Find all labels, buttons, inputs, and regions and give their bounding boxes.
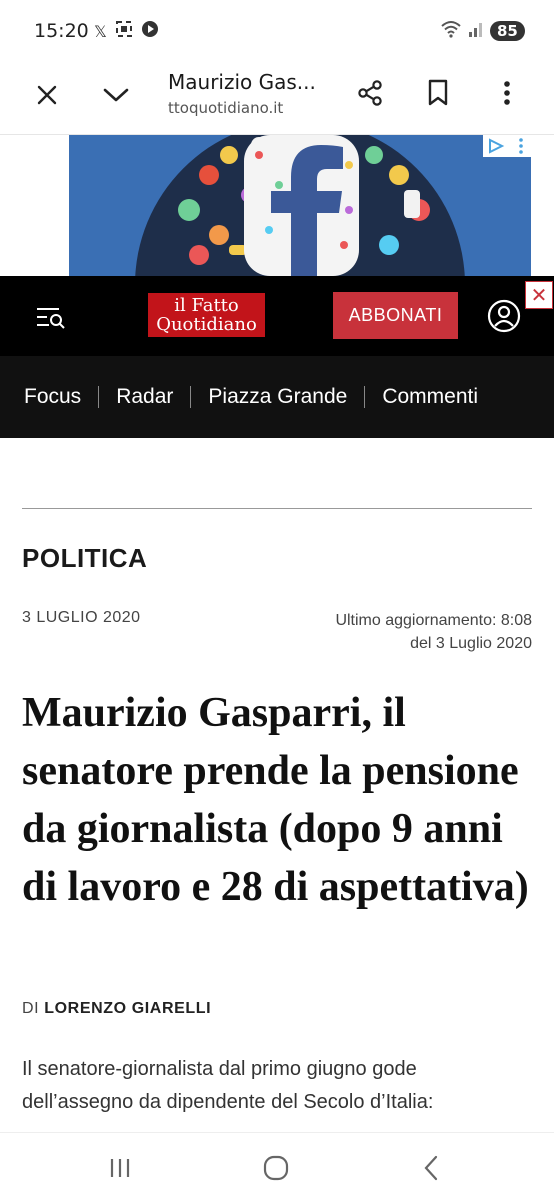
page-title: Maurizio Gas... bbox=[168, 70, 316, 94]
search-menu-icon[interactable] bbox=[34, 302, 68, 334]
chevron-down-icon[interactable] bbox=[98, 78, 134, 112]
nav-divider bbox=[98, 386, 100, 408]
screenshot-icon bbox=[115, 20, 133, 42]
home-icon[interactable] bbox=[256, 1148, 296, 1188]
byline-prefix: DI bbox=[22, 1000, 40, 1017]
wifi-icon bbox=[440, 20, 462, 42]
site-logo[interactable]: il Fatto Quotidiano bbox=[148, 293, 265, 337]
subscribe-button[interactable]: ABBONATI bbox=[333, 292, 458, 339]
logo-line1: il Fatto bbox=[174, 295, 239, 316]
nav-item-commenti[interactable]: Commenti bbox=[382, 385, 478, 409]
nav-divider bbox=[190, 386, 192, 408]
logo-line2: Quotidiano bbox=[156, 314, 257, 335]
record-icon bbox=[141, 20, 159, 42]
updated-line2: del 3 Luglio 2020 bbox=[410, 635, 532, 652]
battery-indicator: 85 bbox=[490, 21, 525, 41]
status-system-icons: 85 bbox=[440, 20, 525, 42]
article-byline: DI LORENZO GIARELLI bbox=[22, 1000, 211, 1018]
section-divider bbox=[22, 508, 532, 509]
nav-item-focus[interactable]: Focus bbox=[24, 385, 81, 409]
article-body: Il senatore-giornalista dal primo giugno… bbox=[22, 1053, 542, 1133]
back-icon[interactable] bbox=[411, 1148, 451, 1188]
article-date: 3 LUGLIO 2020 bbox=[22, 609, 141, 626]
status-notification-icons: 𝕏 bbox=[94, 20, 159, 42]
close-icon[interactable] bbox=[30, 78, 64, 112]
page-url: ttoquotidiano.it bbox=[168, 99, 284, 117]
x-icon: 𝕏 bbox=[94, 21, 107, 41]
more-options-icon[interactable] bbox=[492, 75, 522, 111]
body-line: Il senatore-giornalista dal primo giugno… bbox=[22, 1058, 417, 1080]
updated-line1: Ultimo aggiornamento: 8:08 bbox=[335, 612, 532, 629]
ad-illustration bbox=[69, 135, 531, 276]
article-author[interactable]: LORENZO GIARELLI bbox=[44, 1000, 211, 1017]
user-account-icon[interactable] bbox=[486, 298, 522, 334]
body-line: dell’assegno da dipendente del Secolo d’… bbox=[22, 1091, 434, 1113]
nav-divider bbox=[364, 386, 366, 408]
close-ad-button[interactable]: ✕ bbox=[525, 281, 553, 309]
article-headline: Maurizio Gasparri, il senatore prende la… bbox=[22, 690, 529, 910]
bookmark-icon[interactable] bbox=[420, 75, 456, 111]
status-time: 15:20 bbox=[34, 20, 89, 42]
section-nav: Focus Radar Piazza Grande Commenti bbox=[0, 356, 554, 438]
site-header bbox=[0, 276, 554, 356]
article-updated: Ultimo aggiornamento: 8:08 del 3 Luglio … bbox=[290, 609, 532, 655]
share-icon[interactable] bbox=[352, 75, 388, 111]
advertisement-banner[interactable] bbox=[69, 135, 531, 276]
article-category[interactable]: POLITICA bbox=[22, 543, 147, 574]
nav-item-radar[interactable]: Radar bbox=[116, 385, 173, 409]
recent-apps-icon[interactable] bbox=[100, 1148, 140, 1188]
signal-icon bbox=[468, 21, 484, 41]
nav-item-piazza-grande[interactable]: Piazza Grande bbox=[208, 385, 347, 409]
